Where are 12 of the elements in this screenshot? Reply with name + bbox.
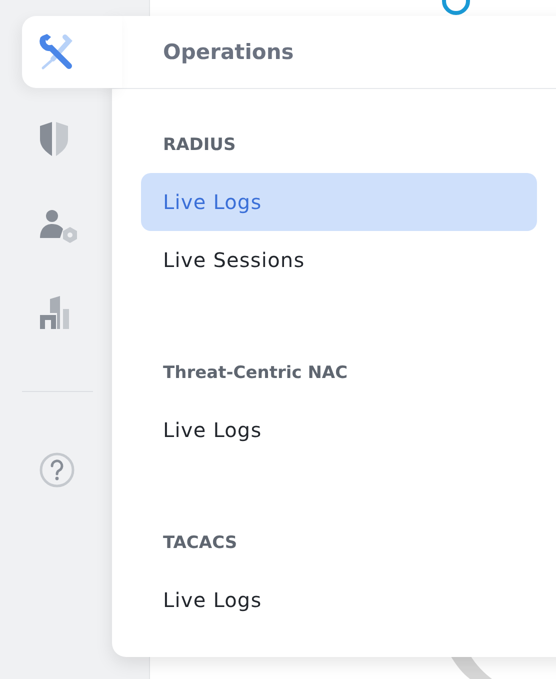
section-heading: Threat-Centric NAC (162, 362, 349, 385)
section-heading: TACACS (162, 532, 238, 555)
nav-item[interactable] (22, 16, 122, 88)
section-heading: RADIUS (162, 134, 237, 157)
help-icon[interactable] (39, 452, 75, 488)
user-settings-icon (38, 208, 80, 244)
menu-item[interactable]: Live Logs (141, 173, 537, 231)
menu-item[interactable]: Live Logs (141, 401, 537, 459)
menu-title: Operations (163, 40, 294, 64)
shield-icon (38, 121, 70, 157)
menu-item[interactable]: Live Sessions (141, 231, 537, 289)
menu-item[interactable]: Live Logs (141, 571, 537, 629)
